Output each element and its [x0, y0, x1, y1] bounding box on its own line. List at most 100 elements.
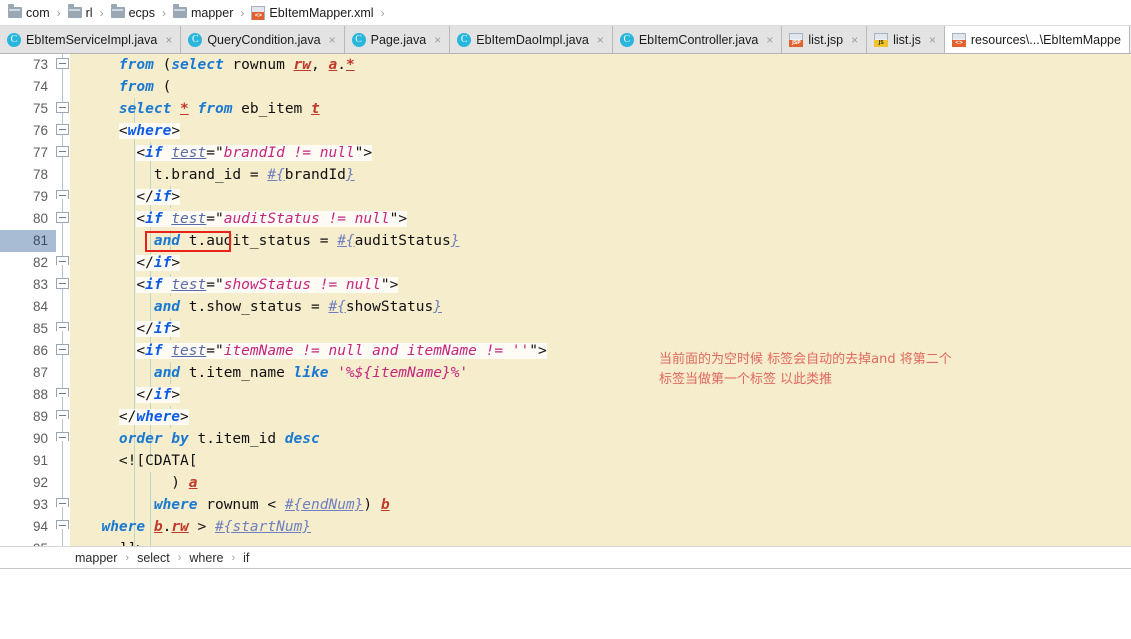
code-line[interactable]: ) a [84, 472, 1131, 494]
fold-marker[interactable] [56, 344, 69, 357]
close-icon[interactable]: × [929, 34, 936, 46]
fold-marker-end[interactable] [56, 388, 69, 401]
tab-ebitemserviceimpl[interactable]: C EbItemServiceImpl.java × [0, 26, 181, 53]
code-line-text: where rownum < #{endNum}) b [84, 494, 390, 516]
code-line[interactable]: </where> [84, 406, 1131, 428]
close-icon[interactable]: × [434, 34, 441, 46]
fold-marker-end[interactable] [56, 190, 69, 203]
status-breadcrumb-item-if[interactable]: if [240, 551, 252, 565]
xml-file-icon: <> [952, 33, 966, 47]
close-icon[interactable]: × [329, 34, 336, 46]
fold-marker[interactable] [56, 146, 69, 159]
code-line-text: from (select rownum rw, a.* [84, 54, 355, 76]
java-class-icon: C [188, 33, 202, 47]
code-line[interactable]: select * from eb_item t [84, 98, 1131, 120]
tab-list-js[interactable]: JS list.js × [867, 26, 945, 53]
code-line-text: </if> [84, 252, 180, 274]
code-line[interactable]: <if test="auditStatus != null"> [84, 208, 1131, 230]
code-line[interactable]: <if test="itemName != null and itemName … [84, 340, 1131, 362]
code-line[interactable]: </if> [84, 318, 1131, 340]
code-line-text: <where> [84, 120, 180, 142]
code-line[interactable]: from (select rownum rw, a.* [84, 54, 1131, 76]
fold-marker[interactable] [56, 212, 69, 225]
close-icon[interactable]: × [766, 34, 773, 46]
line-number: 86 [33, 340, 48, 362]
code-line[interactable]: where rownum < #{endNum}) b [84, 494, 1131, 516]
code-line-text: <if test="itemName != null and itemName … [84, 340, 547, 362]
tab-list-jsp[interactable]: JSP list.jsp × [782, 26, 867, 53]
status-breadcrumb: mapper › select › where › if [0, 546, 1131, 568]
fold-marker-end[interactable] [56, 322, 69, 335]
tab-ebitemdaoimpl[interactable]: C EbItemDaoImpl.java × [450, 26, 613, 53]
line-number: 87 [33, 362, 48, 384]
code-line-text: and t.show_status = #{showStatus} [84, 296, 442, 318]
code-line-text: select * from eb_item t [84, 98, 320, 120]
fold-marker-end[interactable] [56, 432, 69, 445]
fold-marker-end[interactable] [56, 498, 69, 511]
java-class-icon: C [620, 33, 634, 47]
fold-marker-end[interactable] [56, 410, 69, 423]
code-line[interactable]: ]]> [84, 538, 1131, 546]
close-icon[interactable]: × [851, 34, 858, 46]
editor-tab-bar: C EbItemServiceImpl.java × C QueryCondit… [0, 26, 1131, 54]
code-line[interactable]: <![CDATA[ [84, 450, 1131, 472]
tab-ebitemmapper-xml[interactable]: <> resources\...\EbItemMappe [945, 26, 1130, 53]
folding-gutter[interactable] [56, 54, 70, 546]
status-breadcrumb-item-where[interactable]: where [186, 551, 226, 565]
editor-left-margin [70, 54, 84, 546]
breadcrumb-item-mapper[interactable]: mapper [171, 6, 235, 20]
xml-file-icon [251, 6, 265, 20]
code-line[interactable]: <if test="showStatus != null"> [84, 274, 1131, 296]
tab-label: EbItemServiceImpl.java [26, 33, 157, 47]
folder-icon [173, 7, 187, 18]
code-line-text: and t.audit_status = #{auditStatus} [84, 230, 459, 252]
breadcrumb-item-com[interactable]: com [6, 6, 52, 20]
code-line[interactable]: </if> [84, 186, 1131, 208]
code-line[interactable]: where b.rw > #{startNum} [84, 516, 1131, 538]
code-line[interactable]: </if> [84, 252, 1131, 274]
code-line[interactable]: t.brand_id = #{brandId} [84, 164, 1131, 186]
status-breadcrumb-item-mapper[interactable]: mapper [72, 551, 120, 565]
tab-page[interactable]: C Page.java × [345, 26, 451, 53]
code-editor[interactable]: 73 74 75 76 77 78 79 80 81 82 83 84 85 8… [0, 54, 1131, 546]
code-text-area[interactable]: from (select rownum rw, a.* from ( selec… [84, 54, 1131, 546]
close-icon[interactable]: × [597, 34, 604, 46]
fold-marker-end[interactable] [56, 256, 69, 269]
fold-marker[interactable] [56, 124, 69, 137]
breadcrumb-item-rl[interactable]: rl [66, 6, 95, 20]
breadcrumb-item-label: com [26, 6, 50, 20]
tab-label: resources\...\EbItemMappe [971, 33, 1121, 47]
code-line[interactable]: order by t.item_id desc [84, 428, 1131, 450]
code-line[interactable]: and t.show_status = #{showStatus} [84, 296, 1131, 318]
code-line[interactable]: <where> [84, 120, 1131, 142]
fold-marker[interactable] [56, 58, 69, 71]
tab-label: EbItemDaoImpl.java [476, 33, 589, 47]
tab-label: list.jsp [808, 33, 843, 47]
line-number-gutter: 73 74 75 76 77 78 79 80 81 82 83 84 85 8… [0, 54, 56, 546]
breadcrumb-item-ecps[interactable]: ecps [109, 6, 157, 20]
line-number: 80 [33, 208, 48, 230]
line-number: 83 [33, 274, 48, 296]
code-line-text: </if> [84, 186, 180, 208]
code-line[interactable]: </if> [84, 384, 1131, 406]
code-line[interactable]: and t.item_name like '%${itemName}%' [84, 362, 1131, 384]
line-number: 92 [33, 472, 48, 494]
java-class-icon: C [352, 33, 366, 47]
fold-marker-end[interactable] [56, 520, 69, 533]
code-line[interactable]: <if test="brandId != null"> [84, 142, 1131, 164]
fold-marker[interactable] [56, 278, 69, 291]
code-line-text: <![CDATA[ [84, 450, 198, 472]
breadcrumb-separator: › [381, 6, 385, 20]
status-breadcrumb-item-select[interactable]: select [134, 551, 173, 565]
tab-ebitemcontroller[interactable]: C EbItemController.java × [613, 26, 783, 53]
code-line-current[interactable]: and t.audit_status = #{auditStatus} [84, 230, 1131, 252]
breadcrumb-item-label: mapper [191, 6, 233, 20]
code-line-text: order by t.item_id desc [84, 428, 320, 450]
folder-icon [8, 7, 22, 18]
close-icon[interactable]: × [165, 34, 172, 46]
code-line[interactable]: from ( [84, 76, 1131, 98]
breadcrumb-item-file[interactable]: EbItemMapper.xml [249, 6, 375, 20]
breadcrumb-separator: › [162, 6, 166, 20]
tab-querycondition[interactable]: C QueryCondition.java × [181, 26, 344, 53]
fold-marker[interactable] [56, 102, 69, 115]
